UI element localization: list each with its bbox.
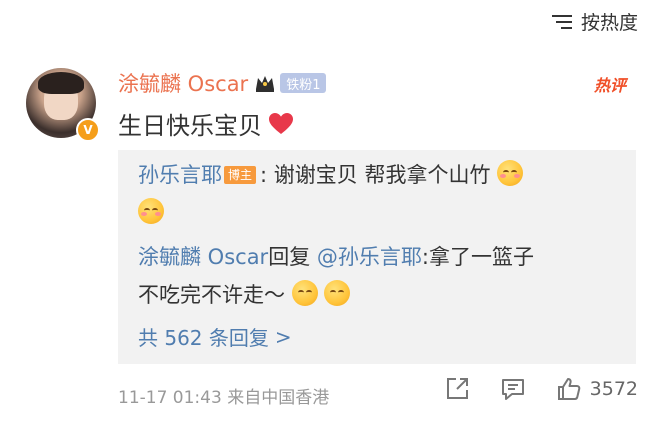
- reply-text: : 谢谢宝贝 帮我拿个山竹: [260, 163, 491, 187]
- reply-mention[interactable]: @孙乐言耶: [317, 245, 422, 269]
- crown-icon: [256, 76, 275, 92]
- reply-text-continued: 不吃完不许走～: [138, 283, 285, 307]
- reply-word: 回复: [268, 245, 311, 269]
- comment-header: 涂毓麟 Oscar 铁粉1: [118, 68, 327, 98]
- chevron-right-icon: >: [274, 324, 292, 349]
- more-replies-link[interactable]: 共 562 条回复 >: [138, 322, 292, 351]
- sort-label: 按热度: [580, 12, 638, 34]
- reply-text: :拿了一篮子: [421, 245, 534, 269]
- comment-body: 生日快乐宝贝: [118, 112, 262, 140]
- comment-actions: 3572: [444, 376, 638, 402]
- comment-location: 来自中国香港: [227, 388, 330, 408]
- hot-comment-tag: 热评: [593, 76, 626, 95]
- grin-emoji-icon: [291, 280, 318, 306]
- more-replies-label: 共 562 条回复: [138, 326, 269, 350]
- thumbs-up-icon: [557, 378, 580, 400]
- thinking-emoji-icon: [324, 280, 351, 306]
- sort-icon: [551, 14, 572, 29]
- blush-emoji-icon: [497, 160, 524, 186]
- comment-timestamp: 11-17 01:43: [118, 388, 222, 408]
- avatar[interactable]: V: [26, 68, 100, 142]
- fan-badge: 铁粉1: [280, 73, 327, 93]
- reply-item: 涂毓麟 Oscar回复 @孙乐言耶:拿了一篮子: [138, 240, 534, 274]
- blush-emoji-icon: [138, 198, 164, 224]
- reply-item: 孙乐言耶 博主: 谢谢宝贝 帮我拿个山竹: [138, 158, 524, 192]
- reply-author[interactable]: 涂毓麟 Oscar: [138, 245, 268, 269]
- share-icon[interactable]: [444, 376, 470, 402]
- heart-icon: [269, 112, 293, 134]
- reply-author[interactable]: 孙乐言耶: [138, 163, 222, 187]
- verified-icon: V: [76, 118, 100, 142]
- host-badge: 博主: [224, 166, 257, 184]
- reply-box[interactable]: 孙乐言耶 博主: 谢谢宝贝 帮我拿个山竹 涂毓麟 Oscar回复 @孙乐言耶:拿了…: [118, 150, 636, 364]
- comment-text: 生日快乐宝贝: [118, 106, 294, 141]
- comment-meta: 11-17 01:43 来自中国香港: [118, 383, 329, 408]
- comment-username[interactable]: 涂毓麟 Oscar: [118, 68, 248, 98]
- like-count: 3572: [589, 378, 638, 400]
- comment-icon[interactable]: [500, 376, 526, 402]
- like-button[interactable]: 3572: [556, 376, 638, 402]
- sort-toggle[interactable]: 按热度: [551, 8, 638, 35]
